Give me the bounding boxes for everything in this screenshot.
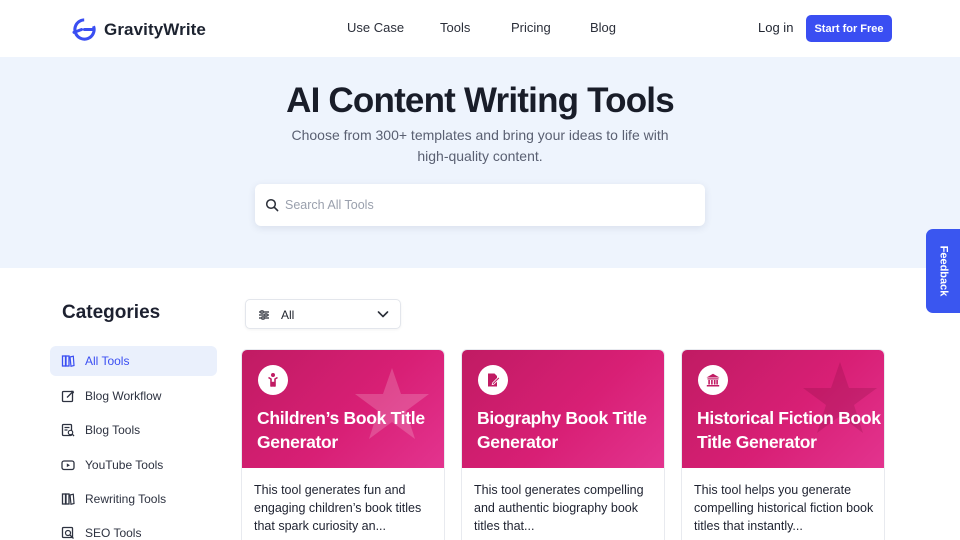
card-icon-badge [478, 365, 508, 395]
sidebar-item-youtube-tools[interactable]: YouTube Tools [50, 450, 217, 480]
tool-card-historical-fiction-book-title[interactable]: Historical Fiction Book Title Generator … [681, 349, 885, 540]
sidebar-item-blog-tools[interactable]: Blog Tools [50, 415, 217, 445]
nav-pricing[interactable]: Pricing [511, 20, 551, 35]
chevron-down-icon [377, 311, 389, 318]
sidebar-item-label: Rewriting Tools [85, 492, 167, 506]
card-title: Children’s Book Title Generator [257, 408, 425, 452]
sidebar-item-label: All Tools [85, 354, 130, 368]
tool-card-childrens-book-title[interactable]: Children’s Book Title Generator This too… [241, 349, 445, 540]
nav-use-case[interactable]: Use Case [347, 20, 404, 35]
categories-heading: Categories [62, 302, 161, 323]
sidebar-item-rewriting-tools[interactable]: Rewriting Tools [50, 484, 217, 514]
search-box[interactable] [255, 184, 705, 226]
sidebar-item-label: YouTube Tools [85, 458, 164, 472]
sidebar-item-label: Blog Workflow [85, 389, 162, 403]
nav-blog[interactable]: Blog [590, 20, 616, 35]
card-icon-badge [258, 365, 288, 395]
card-header: Children’s Book Title Generator [242, 350, 444, 468]
tool-card-biography-book-title[interactable]: Biography Book Title Generator This tool… [461, 349, 665, 540]
card-header: Biography Book Title Generator [462, 350, 664, 468]
feedback-tab[interactable]: Feedback [926, 229, 960, 313]
book-stack-icon [61, 355, 75, 368]
youtube-icon [61, 460, 75, 471]
nav-tools[interactable]: Tools [440, 20, 470, 35]
child-icon [268, 373, 278, 387]
card-description: This tool generates compelling and authe… [474, 483, 644, 533]
card-icon-badge [698, 365, 728, 395]
edit-box-icon [61, 390, 75, 403]
card-header: Historical Fiction Book Title Generator [682, 350, 884, 468]
sidebar-item-blog-workflow[interactable]: Blog Workflow [50, 381, 217, 411]
start-for-free-button[interactable]: Start for Free [806, 15, 892, 42]
card-title: Historical Fiction Book Title Generator [697, 408, 881, 452]
document-edit-icon [488, 373, 501, 387]
category-filter-dropdown[interactable]: All [245, 299, 401, 329]
blog-search-icon [61, 423, 75, 437]
search-input[interactable] [285, 195, 685, 215]
card-title: Biography Book Title Generator [477, 408, 647, 452]
login-link[interactable]: Log in [758, 20, 793, 35]
card-description: This tool helps you generate compelling … [694, 483, 874, 533]
hero-subtitle: Choose from 300+ templates and bring you… [291, 127, 669, 164]
sidebar-item-all-tools[interactable]: All Tools [50, 346, 217, 376]
sliders-icon [259, 310, 269, 320]
search-icon [265, 198, 279, 212]
sidebar-item-label: Blog Tools [85, 423, 141, 437]
filter-selected-value: All [281, 308, 295, 322]
rewrite-book-icon [61, 493, 75, 506]
hero-section: AI Content Writing Tools Choose from 300… [0, 57, 960, 268]
card-description: This tool generates fun and engaging chi… [254, 483, 422, 533]
museum-icon [706, 373, 720, 387]
feedback-label: Feedback [937, 245, 949, 297]
page-title: AI Content Writing Tools [286, 81, 675, 120]
seo-search-icon [61, 526, 74, 539]
sidebar-item-label: SEO Tools [85, 526, 142, 540]
top-navbar: GravityWrite Use Case Tools Pricing Blog… [0, 0, 960, 57]
sidebar-item-seo-tools[interactable]: SEO Tools [50, 518, 217, 540]
